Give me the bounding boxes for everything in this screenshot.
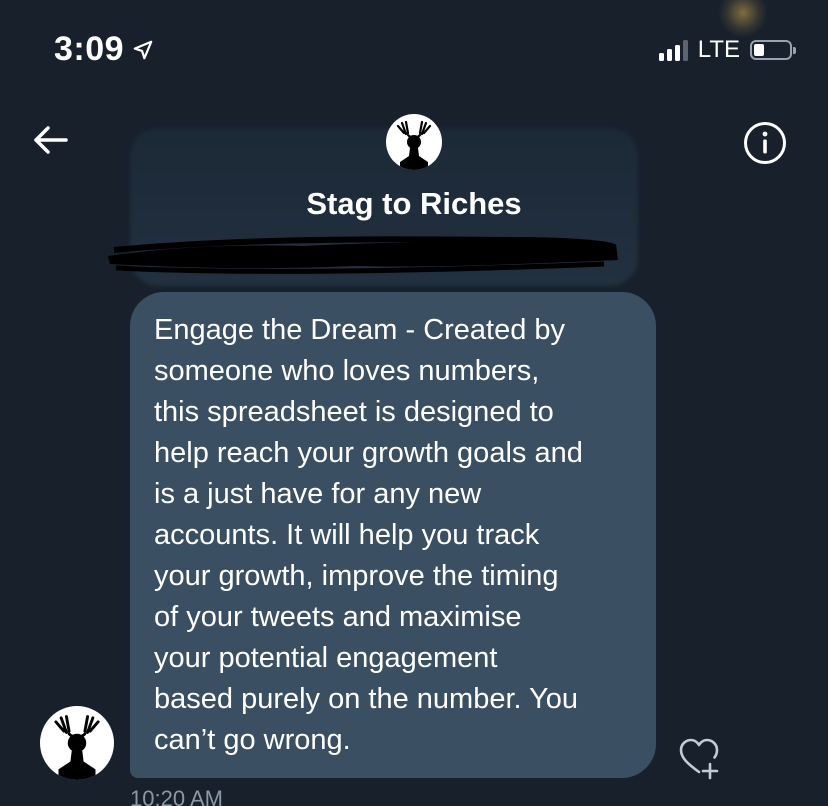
message-timestamp: 10:20 AM [130,786,223,806]
signal-icon [658,39,688,61]
stag-silhouette-icon [54,715,100,780]
message-text: Engage the Dream - Created by someone wh… [154,314,583,756]
location-arrow-icon [133,40,153,59]
conversation-title: Stag to Riches [306,186,522,221]
battery-icon [750,40,796,60]
redaction-scribble [108,236,618,274]
status-time: 3:09 [54,30,154,69]
status-time-label: 3:09 [54,30,125,68]
info-icon[interactable] [742,120,788,166]
back-arrow-icon[interactable] [30,120,70,160]
stag-silhouette-icon [396,120,432,170]
sender-avatar[interactable] [40,706,114,780]
message-bubble[interactable]: Engage the Dream - Created by someone wh… [130,292,656,778]
status-indicators: LTE [658,36,796,64]
network-label: LTE [697,36,740,63]
header-avatar[interactable] [386,114,442,170]
dm-screen: 3:09 LTE Stag to Riches Engage the Dream… [0,0,828,806]
background-glow [718,0,768,38]
heart-plus-icon[interactable] [676,734,722,780]
